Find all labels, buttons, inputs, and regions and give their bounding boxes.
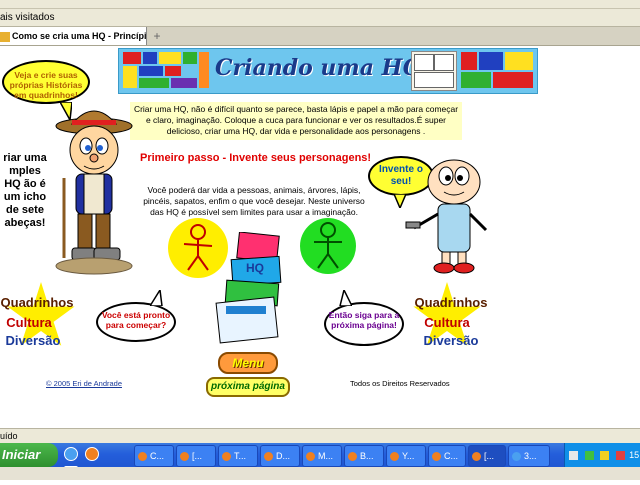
banner-block xyxy=(461,72,491,88)
firefox-icon xyxy=(472,452,481,462)
banner-block xyxy=(165,66,181,76)
banner: Criando uma HQ xyxy=(118,48,538,94)
taskbar-item[interactable]: D... xyxy=(260,445,300,467)
books-label: HQ xyxy=(246,261,264,275)
firefox-icon[interactable] xyxy=(85,447,100,461)
page-content: Criando uma HQ Criar uma HQ, não é difíc… xyxy=(0,46,640,428)
new-tab-button[interactable]: + xyxy=(150,29,164,43)
start-button[interactable]: Iniciar xyxy=(0,443,58,467)
banner-block xyxy=(143,52,157,64)
intro-text: Criar uma HQ, não é difícil quanto se pa… xyxy=(130,102,462,140)
tab-title: Como se cria uma HQ - Princípio básico xyxy=(12,31,147,41)
banner-block xyxy=(159,52,181,64)
tray-icon[interactable] xyxy=(615,451,625,461)
menu-button[interactable]: Menu xyxy=(218,352,278,374)
banner-block xyxy=(183,52,197,64)
taskbar-item-active[interactable]: [... xyxy=(468,445,506,467)
stick-figure-green-icon xyxy=(300,218,356,274)
next-page-button[interactable]: próxima página xyxy=(206,377,290,397)
firefox-icon xyxy=(138,452,147,462)
star-word-diversao-right: Diversão xyxy=(423,333,479,348)
tray-icon[interactable] xyxy=(569,451,578,461)
cowboy-character-illustration xyxy=(55,110,133,275)
firefox-icon xyxy=(180,452,189,462)
star-word-diversao-left: Diversão xyxy=(5,333,61,348)
banner-block xyxy=(493,72,533,88)
left-side-text: riar uma mples HQ ão é um icho de sete a… xyxy=(3,152,47,229)
star-word-quadrinhos-right: Quadrinhos xyxy=(414,295,488,310)
speech-tail-icon xyxy=(339,290,352,306)
comic-books-stack-illustration xyxy=(215,232,282,344)
clock[interactable]: 15 xyxy=(629,450,639,460)
taskbar: Iniciar C... [... T... D... M... B... Y.… xyxy=(0,443,640,480)
banner-block xyxy=(199,52,209,88)
tray-icon[interactable] xyxy=(584,451,594,461)
taskbar-item[interactable]: 3... xyxy=(508,445,550,467)
pencil-character-illustration xyxy=(405,159,488,274)
system-tray: 15 xyxy=(564,443,640,467)
star-word-cultura-right: Cultura xyxy=(424,315,470,330)
page-favicon-icon xyxy=(0,31,10,42)
star-word-quadrinhos-left: Quadrinhos xyxy=(0,295,74,310)
banner-block xyxy=(479,52,503,70)
firefox-icon xyxy=(222,452,231,462)
banner-block xyxy=(139,78,169,88)
tray-icon[interactable] xyxy=(600,451,610,461)
banner-block xyxy=(171,78,197,88)
browser-toolbar xyxy=(0,0,640,9)
bookmark-most-visited[interactable]: ais visitados xyxy=(0,12,54,23)
tab-active[interactable]: Como se cria uma HQ - Princípio básico xyxy=(0,27,147,45)
speech-tail-icon xyxy=(150,290,163,306)
banner-block xyxy=(139,66,163,76)
speech-bubble-ready: Você está pronto para começar? xyxy=(96,302,176,342)
banner-block xyxy=(461,52,477,70)
ie-icon[interactable] xyxy=(64,447,78,461)
banner-block xyxy=(123,52,141,64)
status-text: uído xyxy=(0,431,18,441)
taskbar-item[interactable]: C... xyxy=(134,445,174,467)
ie-icon xyxy=(512,452,521,462)
rights-text: Todos os Direitos Reservados xyxy=(350,379,450,388)
status-bar: uído xyxy=(0,428,640,443)
taskbar-item[interactable]: M... xyxy=(302,445,342,467)
step-description: Você poderá dar vida a pessoas, animais,… xyxy=(143,185,365,217)
banner-title: Criando uma HQ xyxy=(215,55,422,81)
taskbar-item[interactable]: B... xyxy=(344,445,384,467)
copyright-link[interactable]: © 2005 Eri de Andrade xyxy=(46,379,122,388)
comic-strip-image xyxy=(411,51,457,91)
banner-block xyxy=(123,66,137,88)
step-heading: Primeiro passo - Invente seus personagen… xyxy=(140,152,372,164)
bookmarks-bar: ais visitados xyxy=(0,9,640,27)
speech-bubble-next: Então siga para a próxima página! xyxy=(324,302,404,346)
speech-bubble-left: Veja e crie suas próprias Histórias em q… xyxy=(2,60,90,104)
star-word-cultura-left: Cultura xyxy=(6,315,52,330)
firefox-icon xyxy=(264,452,273,462)
firefox-icon xyxy=(390,452,399,462)
taskbar-lower-edge xyxy=(0,467,640,480)
firefox-icon xyxy=(306,452,315,462)
taskbar-item[interactable]: [... xyxy=(176,445,216,467)
firefox-icon xyxy=(432,452,441,462)
quick-launch xyxy=(64,447,114,480)
taskbar-item[interactable]: Y... xyxy=(386,445,426,467)
taskbar-item[interactable]: T... xyxy=(218,445,258,467)
start-label: Iniciar xyxy=(2,447,41,462)
banner-block xyxy=(505,52,533,70)
firefox-icon xyxy=(348,452,357,462)
taskbar-item[interactable]: C... xyxy=(428,445,466,467)
